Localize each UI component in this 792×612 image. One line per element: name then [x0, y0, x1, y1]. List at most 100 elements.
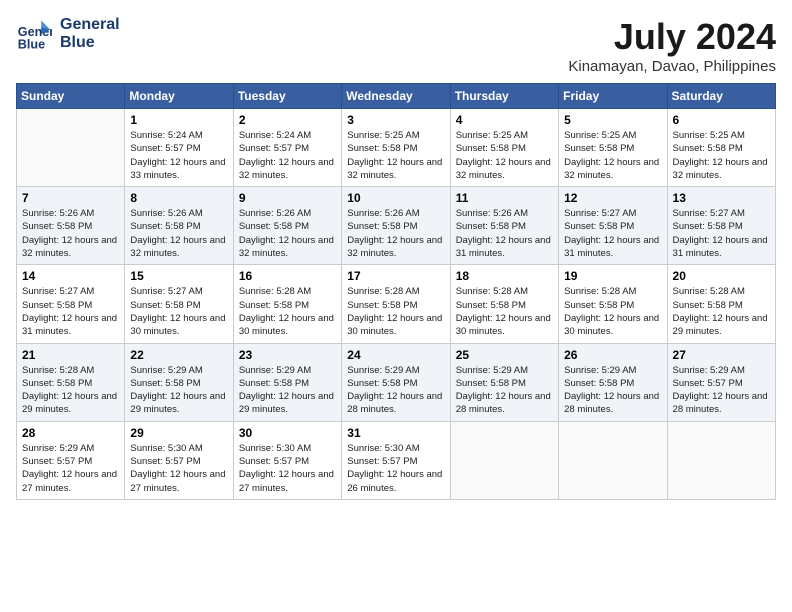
- calendar-cell: 30Sunrise: 5:30 AMSunset: 5:57 PMDayligh…: [233, 421, 341, 499]
- logo-text-line2: Blue: [60, 34, 120, 52]
- day-number: 1: [130, 113, 227, 127]
- weekday-header: Sunday: [17, 84, 125, 109]
- day-info: Sunrise: 5:26 AMSunset: 5:58 PMDaylight:…: [347, 207, 444, 260]
- day-info: Sunrise: 5:29 AMSunset: 5:58 PMDaylight:…: [564, 364, 661, 417]
- day-number: 24: [347, 348, 444, 362]
- day-info: Sunrise: 5:27 AMSunset: 5:58 PMDaylight:…: [22, 285, 119, 338]
- page-header: General Blue General Blue July 2024 Kina…: [16, 16, 776, 75]
- day-number: 30: [239, 426, 336, 440]
- calendar-cell: 26Sunrise: 5:29 AMSunset: 5:58 PMDayligh…: [559, 343, 667, 421]
- calendar-week-row: 28Sunrise: 5:29 AMSunset: 5:57 PMDayligh…: [17, 421, 776, 499]
- day-number: 15: [130, 269, 227, 283]
- day-number: 18: [456, 269, 553, 283]
- calendar-cell: 1 Sunrise: 5:24 AMSunset: 5:57 PMDaylight…: [125, 109, 233, 187]
- calendar-cell: [17, 109, 125, 187]
- weekday-header: Saturday: [667, 84, 775, 109]
- day-info: Sunrise: 5:25 AMSunset: 5:58 PMDaylight:…: [673, 129, 770, 182]
- logo: General Blue General Blue: [16, 16, 120, 52]
- calendar-table: SundayMondayTuesdayWednesdayThursdayFrid…: [16, 83, 776, 500]
- calendar-cell: 14 Sunrise: 5:27 AMSunset: 5:58 PMDayligh…: [17, 265, 125, 343]
- day-number: 20: [673, 269, 770, 283]
- day-info: Sunrise: 5:27 AMSunset: 5:58 PMDaylight:…: [564, 207, 661, 260]
- calendar-week-row: 1 Sunrise: 5:24 AMSunset: 5:57 PMDaylight…: [17, 109, 776, 187]
- day-info: Sunrise: 5:29 AMSunset: 5:58 PMDaylight:…: [347, 364, 444, 417]
- day-info: Sunrise: 5:29 AMSunset: 5:57 PMDaylight:…: [22, 442, 119, 495]
- weekday-header: Friday: [559, 84, 667, 109]
- calendar-cell: 25Sunrise: 5:29 AMSunset: 5:58 PMDayligh…: [450, 343, 558, 421]
- day-number: 21: [22, 348, 119, 362]
- day-info: Sunrise: 5:29 AMSunset: 5:58 PMDaylight:…: [130, 364, 227, 417]
- day-info: Sunrise: 5:29 AMSunset: 5:58 PMDaylight:…: [456, 364, 553, 417]
- day-info: Sunrise: 5:28 AMSunset: 5:58 PMDaylight:…: [564, 285, 661, 338]
- weekday-header: Tuesday: [233, 84, 341, 109]
- calendar-cell: 5Sunrise: 5:25 AMSunset: 5:58 PMDaylight…: [559, 109, 667, 187]
- day-info: Sunrise: 5:30 AMSunset: 5:57 PMDaylight:…: [347, 442, 444, 495]
- day-info: Sunrise: 5:26 AMSunset: 5:58 PMDaylight:…: [130, 207, 227, 260]
- calendar-cell: 27 Sunrise: 5:29 AMSunset: 5:57 PMDayligh…: [667, 343, 775, 421]
- calendar-cell: 11 Sunrise: 5:26 AMSunset: 5:58 PMDayligh…: [450, 187, 558, 265]
- day-number: 19: [564, 269, 661, 283]
- day-info: Sunrise: 5:28 AMSunset: 5:58 PMDaylight:…: [22, 364, 119, 417]
- day-info: Sunrise: 5:25 AMSunset: 5:58 PMDaylight:…: [456, 129, 553, 182]
- day-info: Sunrise: 5:24 AMSunset: 5:57 PMDaylight:…: [130, 129, 227, 182]
- day-number: 23: [239, 348, 336, 362]
- calendar-cell: 9Sunrise: 5:26 AMSunset: 5:58 PMDaylight…: [233, 187, 341, 265]
- calendar-header-row: SundayMondayTuesdayWednesdayThursdayFrid…: [17, 84, 776, 109]
- day-info: Sunrise: 5:26 AMSunset: 5:58 PMDaylight:…: [456, 207, 553, 260]
- logo-icon: General Blue: [16, 16, 52, 52]
- day-number: 13: [673, 191, 770, 205]
- day-number: 10: [347, 191, 444, 205]
- day-number: 14: [22, 269, 119, 283]
- calendar-cell: 2 Sunrise: 5:24 AMSunset: 5:57 PMDaylight…: [233, 109, 341, 187]
- day-info: Sunrise: 5:29 AMSunset: 5:58 PMDaylight:…: [239, 364, 336, 417]
- calendar-cell: 7Sunrise: 5:26 AMSunset: 5:58 PMDaylight…: [17, 187, 125, 265]
- calendar-cell: 21 Sunrise: 5:28 AMSunset: 5:58 PMDayligh…: [17, 343, 125, 421]
- day-number: 27: [673, 348, 770, 362]
- calendar-cell: 3 Sunrise: 5:25 AMSunset: 5:58 PMDaylight…: [342, 109, 450, 187]
- day-info: Sunrise: 5:28 AMSunset: 5:58 PMDaylight:…: [673, 285, 770, 338]
- calendar-cell: 16 Sunrise: 5:28 AMSunset: 5:58 PMDayligh…: [233, 265, 341, 343]
- day-number: 22: [130, 348, 227, 362]
- day-info: Sunrise: 5:25 AMSunset: 5:58 PMDaylight:…: [347, 129, 444, 182]
- day-number: 3: [347, 113, 444, 127]
- calendar-cell: [667, 421, 775, 499]
- day-number: 16: [239, 269, 336, 283]
- calendar-cell: 28Sunrise: 5:29 AMSunset: 5:57 PMDayligh…: [17, 421, 125, 499]
- calendar-cell: 10 Sunrise: 5:26 AMSunset: 5:58 PMDayligh…: [342, 187, 450, 265]
- calendar-cell: 18Sunrise: 5:28 AMSunset: 5:58 PMDayligh…: [450, 265, 558, 343]
- calendar-cell: 17 Sunrise: 5:28 AMSunset: 5:58 PMDayligh…: [342, 265, 450, 343]
- day-info: Sunrise: 5:28 AMSunset: 5:58 PMDaylight:…: [347, 285, 444, 338]
- day-number: 31: [347, 426, 444, 440]
- day-info: Sunrise: 5:30 AMSunset: 5:57 PMDaylight:…: [130, 442, 227, 495]
- day-number: 12: [564, 191, 661, 205]
- calendar-cell: 22 Sunrise: 5:29 AMSunset: 5:58 PMDayligh…: [125, 343, 233, 421]
- calendar-cell: 29Sunrise: 5:30 AMSunset: 5:57 PMDayligh…: [125, 421, 233, 499]
- calendar-cell: 31 Sunrise: 5:30 AMSunset: 5:57 PMDayligh…: [342, 421, 450, 499]
- calendar-cell: [559, 421, 667, 499]
- day-info: Sunrise: 5:28 AMSunset: 5:58 PMDaylight:…: [239, 285, 336, 338]
- calendar-cell: [450, 421, 558, 499]
- day-number: 17: [347, 269, 444, 283]
- calendar-cell: 19 Sunrise: 5:28 AMSunset: 5:58 PMDayligh…: [559, 265, 667, 343]
- title-section: July 2024 Kinamayan, Davao, Philippines: [568, 16, 776, 75]
- day-info: Sunrise: 5:26 AMSunset: 5:58 PMDaylight:…: [22, 207, 119, 260]
- day-info: Sunrise: 5:27 AMSunset: 5:58 PMDaylight:…: [130, 285, 227, 338]
- day-number: 2: [239, 113, 336, 127]
- calendar-week-row: 21 Sunrise: 5:28 AMSunset: 5:58 PMDayligh…: [17, 343, 776, 421]
- month-year-title: July 2024: [568, 16, 776, 58]
- day-info: Sunrise: 5:27 AMSunset: 5:58 PMDaylight:…: [673, 207, 770, 260]
- day-number: 8: [130, 191, 227, 205]
- day-number: 11: [456, 191, 553, 205]
- logo-text-line1: General: [60, 16, 120, 34]
- day-info: Sunrise: 5:25 AMSunset: 5:58 PMDaylight:…: [564, 129, 661, 182]
- calendar-cell: 15 Sunrise: 5:27 AMSunset: 5:58 PMDayligh…: [125, 265, 233, 343]
- day-number: 9: [239, 191, 336, 205]
- calendar-cell: 23 Sunrise: 5:29 AMSunset: 5:58 PMDayligh…: [233, 343, 341, 421]
- calendar-cell: 13 Sunrise: 5:27 AMSunset: 5:58 PMDayligh…: [667, 187, 775, 265]
- calendar-week-row: 7Sunrise: 5:26 AMSunset: 5:58 PMDaylight…: [17, 187, 776, 265]
- weekday-header: Monday: [125, 84, 233, 109]
- day-info: Sunrise: 5:24 AMSunset: 5:57 PMDaylight:…: [239, 129, 336, 182]
- calendar-week-row: 14 Sunrise: 5:27 AMSunset: 5:58 PMDayligh…: [17, 265, 776, 343]
- day-info: Sunrise: 5:29 AMSunset: 5:57 PMDaylight:…: [673, 364, 770, 417]
- day-number: 6: [673, 113, 770, 127]
